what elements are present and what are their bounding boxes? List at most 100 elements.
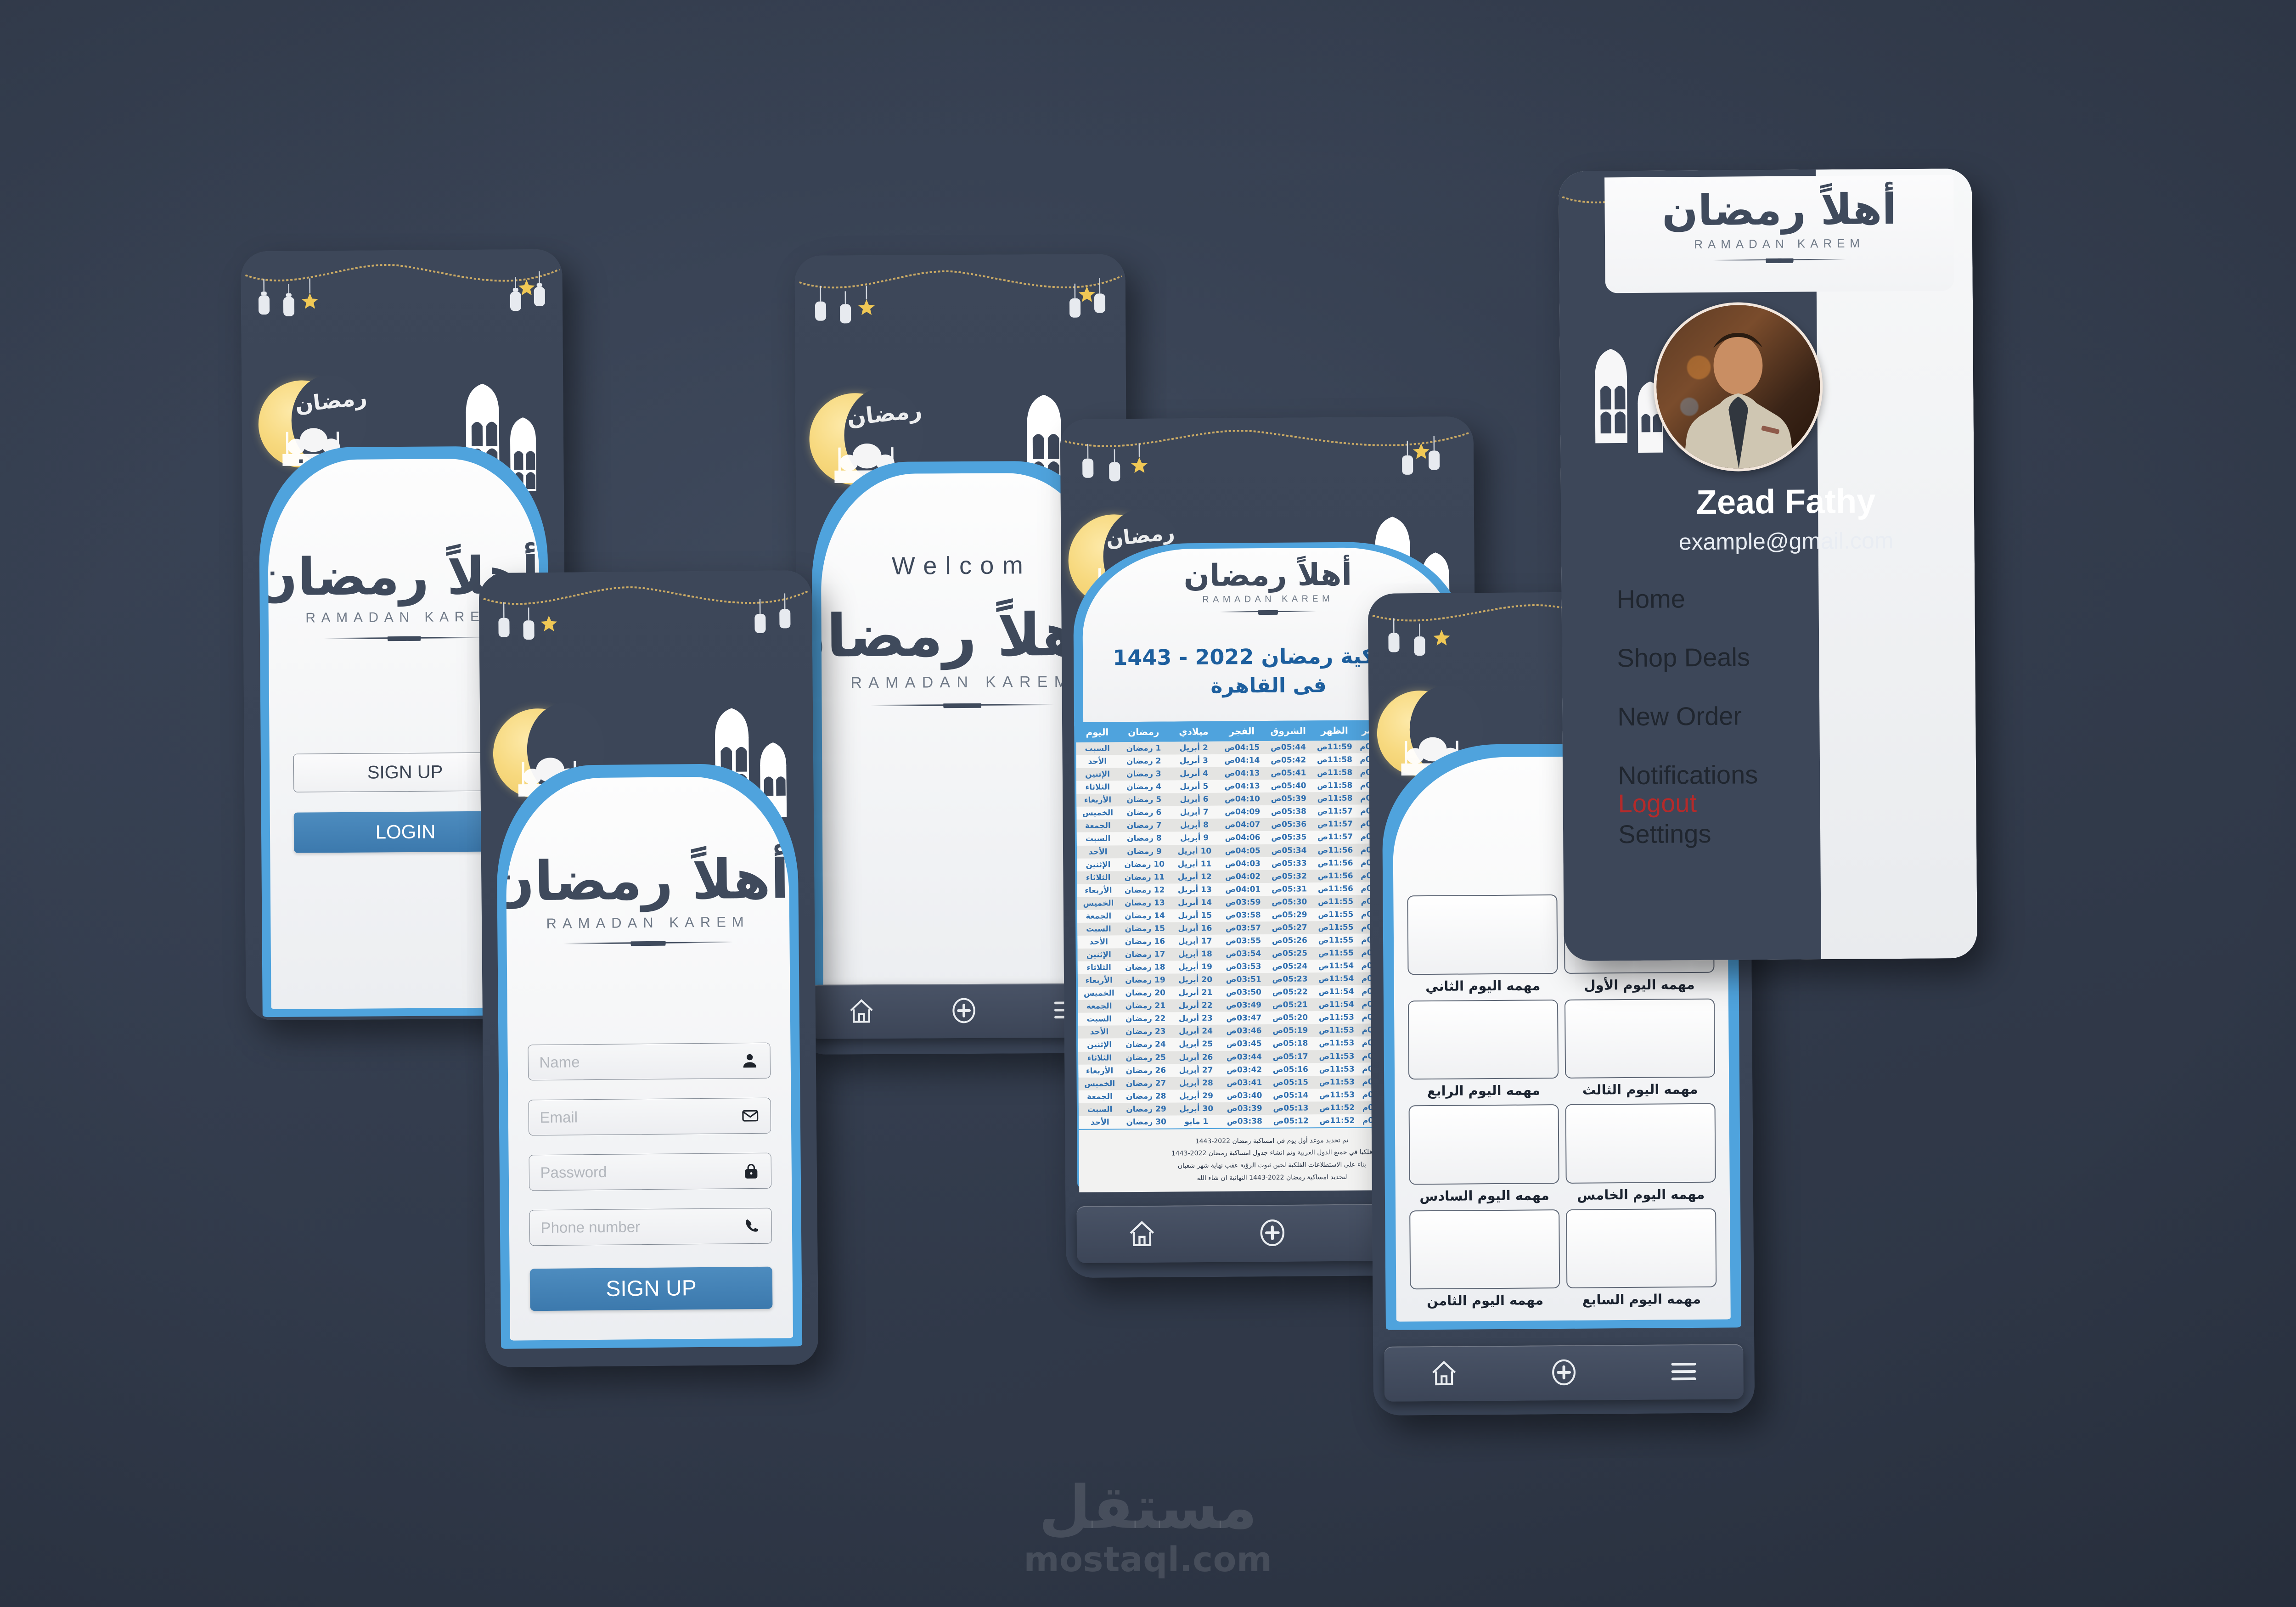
imsakia-cell: الأربعاء: [1086, 1066, 1114, 1076]
imsakia-cell: 05:23ص: [1272, 974, 1308, 984]
imsakia-cell: 05:21ص: [1272, 1000, 1308, 1010]
task-cell[interactable]: [1564, 998, 1715, 1079]
logo-english: RAMADAN KAREM: [546, 914, 750, 932]
imsakia-cell: 22 رمضان: [1125, 1014, 1166, 1024]
logo-divider: [1220, 611, 1317, 612]
task-cell[interactable]: [1566, 1208, 1717, 1289]
task-cell[interactable]: [1565, 1103, 1716, 1184]
imsakia-cell: 03:38ص: [1227, 1116, 1262, 1126]
imsakia-cell: السبت: [1086, 1014, 1112, 1024]
envelope-icon: [741, 1107, 760, 1125]
imsakia-cell: 12 رمضان: [1124, 885, 1165, 895]
imsakia-cell: 4 رمضان: [1126, 782, 1162, 792]
welcome-greeting: Welcom: [891, 551, 1032, 580]
imsakia-cell: 11:52ص: [1319, 1103, 1355, 1113]
imsakia-cell: 11:54ص: [1318, 961, 1354, 971]
app-logo: أهلاً رمضان RAMADAN KAREM: [505, 847, 790, 944]
task-item[interactable]: مهمه اليوم الخامس: [1565, 1103, 1716, 1205]
imsakia-cell: السبت: [1085, 744, 1110, 753]
app-logo: أهلاً رمضان RAMADAN KAREM: [820, 601, 1103, 706]
name-field[interactable]: Name: [528, 1042, 771, 1081]
imsakia-cell: 11:53ص: [1318, 1013, 1354, 1023]
task-item[interactable]: مهمه اليوم الثالث: [1564, 998, 1715, 1100]
imsakia-cell: 04:03ص: [1225, 859, 1261, 869]
task-cell[interactable]: [1409, 1209, 1560, 1290]
home-icon[interactable]: [847, 996, 876, 1027]
imsakia-cell: 03:51ص: [1226, 975, 1261, 984]
task-label: مهمه اليوم الرابع: [1427, 1082, 1541, 1099]
imsakia-cell: 05:31ص: [1272, 884, 1307, 894]
imsakia-cell: 05:36ص: [1271, 820, 1307, 830]
imsakia-cell: 11:55ص: [1318, 922, 1354, 933]
imsakia-cell: الثلاثاء: [1087, 1053, 1112, 1063]
imsakia-cell: 03:58ص: [1225, 910, 1261, 920]
imsakia-cell: الإثنين: [1085, 770, 1110, 779]
drawer-menu-item[interactable]: Shop Deals: [1617, 641, 1961, 673]
imsakia-cell: 05:19ص: [1272, 1026, 1308, 1036]
task-cell[interactable]: [1408, 999, 1559, 1080]
imsakia-cell: 05:14ص: [1273, 1090, 1309, 1100]
imsakia-column-header: الظهر: [1321, 725, 1348, 736]
imsakia-cell: 1 مايو: [1184, 1117, 1209, 1127]
logo-divider: [1713, 258, 1846, 261]
hamburger-menu-icon[interactable]: [1669, 1359, 1698, 1385]
plus-circle-icon[interactable]: [1548, 1357, 1579, 1389]
user-icon: [741, 1051, 759, 1070]
plus-circle-icon[interactable]: [1257, 1217, 1289, 1250]
lock-icon: [743, 1162, 760, 1180]
drawer-logo-card: أهلاً رمضان RAMADAN KAREM: [1604, 175, 1954, 293]
drawer-menu-item[interactable]: Notifications: [1618, 758, 1962, 790]
signup-submit-button[interactable]: SIGN UP: [529, 1266, 773, 1311]
imsakia-cell: 11:55ص: [1318, 948, 1354, 958]
home-icon[interactable]: [1429, 1358, 1458, 1389]
imsakia-cell: 05:32ص: [1271, 871, 1307, 881]
imsakia-cell: 5 رمضان: [1126, 795, 1162, 805]
password-field[interactable]: Password: [529, 1152, 772, 1191]
logo-english: RAMADAN KAREM: [850, 673, 1074, 692]
task-item[interactable]: مهمه اليوم الرابع: [1408, 999, 1559, 1101]
watermark-arabic: مستقل: [1039, 1472, 1257, 1542]
lantern-garland-icon: [483, 586, 808, 640]
imsakia-cell: 03:59ص: [1225, 897, 1261, 907]
task-cell[interactable]: [1408, 1104, 1559, 1185]
drawer-menu-item[interactable]: New Order: [1617, 699, 1962, 731]
lantern-garland-icon: [799, 270, 1122, 324]
logo-arabic: أهلاً رمضان: [505, 847, 790, 913]
navigation-drawer: أهلاً رمضان RAMADAN KAREM Zead Fathy exa…: [1559, 168, 1977, 961]
task-item[interactable]: مهمه اليوم السادس: [1408, 1104, 1559, 1206]
imsakia-cell: 2 رمضان: [1126, 756, 1161, 766]
imsakia-cell: 11:55ص: [1318, 935, 1354, 945]
drawer-menu-item[interactable]: Home: [1616, 582, 1961, 614]
drawer-logout-item[interactable]: Logout: [1618, 788, 1697, 818]
phone-field[interactable]: Phone number: [529, 1208, 772, 1246]
task-item[interactable]: مهمه اليوم السابع: [1566, 1208, 1717, 1309]
imsakia-cell: 3 رمضان: [1126, 769, 1161, 779]
imsakia-cell: 14 أبريل: [1178, 898, 1212, 908]
imsakia-cell: 16 رمضان: [1125, 937, 1165, 947]
imsakia-cell: 04:10ص: [1224, 794, 1261, 804]
email-field[interactable]: Email: [528, 1097, 771, 1136]
imsakia-cell: 11:57ص: [1317, 820, 1353, 829]
task-cell[interactable]: [1407, 894, 1558, 975]
home-icon[interactable]: [1126, 1218, 1157, 1250]
imsakia-cell: 17 رمضان: [1125, 950, 1165, 960]
task-label: مهمه اليوم الخامس: [1577, 1186, 1705, 1203]
imsakia-cell: 03:42ص: [1227, 1065, 1262, 1075]
imsakia-cell: 13 رمضان: [1125, 898, 1165, 908]
task-item[interactable]: مهمه اليوم الثاني: [1407, 894, 1558, 996]
imsakia-cell: الجمعة: [1086, 911, 1112, 921]
task-label: مهمه اليوم السادس: [1419, 1187, 1549, 1204]
imsakia-cell: 05:13ص: [1273, 1103, 1309, 1113]
imsakia-cell: 11:57ص: [1317, 807, 1353, 816]
imsakia-column-header: الفجر: [1229, 725, 1255, 737]
task-item[interactable]: مهمه اليوم الثامن: [1409, 1209, 1560, 1311]
imsakia-cell: 11:58ص: [1317, 768, 1353, 778]
logo-divider: [563, 941, 733, 944]
watermark-domain: mostaql.com: [1024, 1540, 1272, 1579]
drawer-user-name: Zead Fathy: [1696, 482, 1876, 522]
imsakia-cell: الأحد: [1091, 1118, 1109, 1127]
imsakia-cell: الثلاثاء: [1085, 782, 1110, 792]
drawer-menu-list: Home Shop Deals New Order Notifications Sett…: [1616, 582, 1963, 878]
plus-circle-icon[interactable]: [949, 995, 979, 1027]
drawer-menu-item[interactable]: Settings: [1618, 817, 1963, 849]
